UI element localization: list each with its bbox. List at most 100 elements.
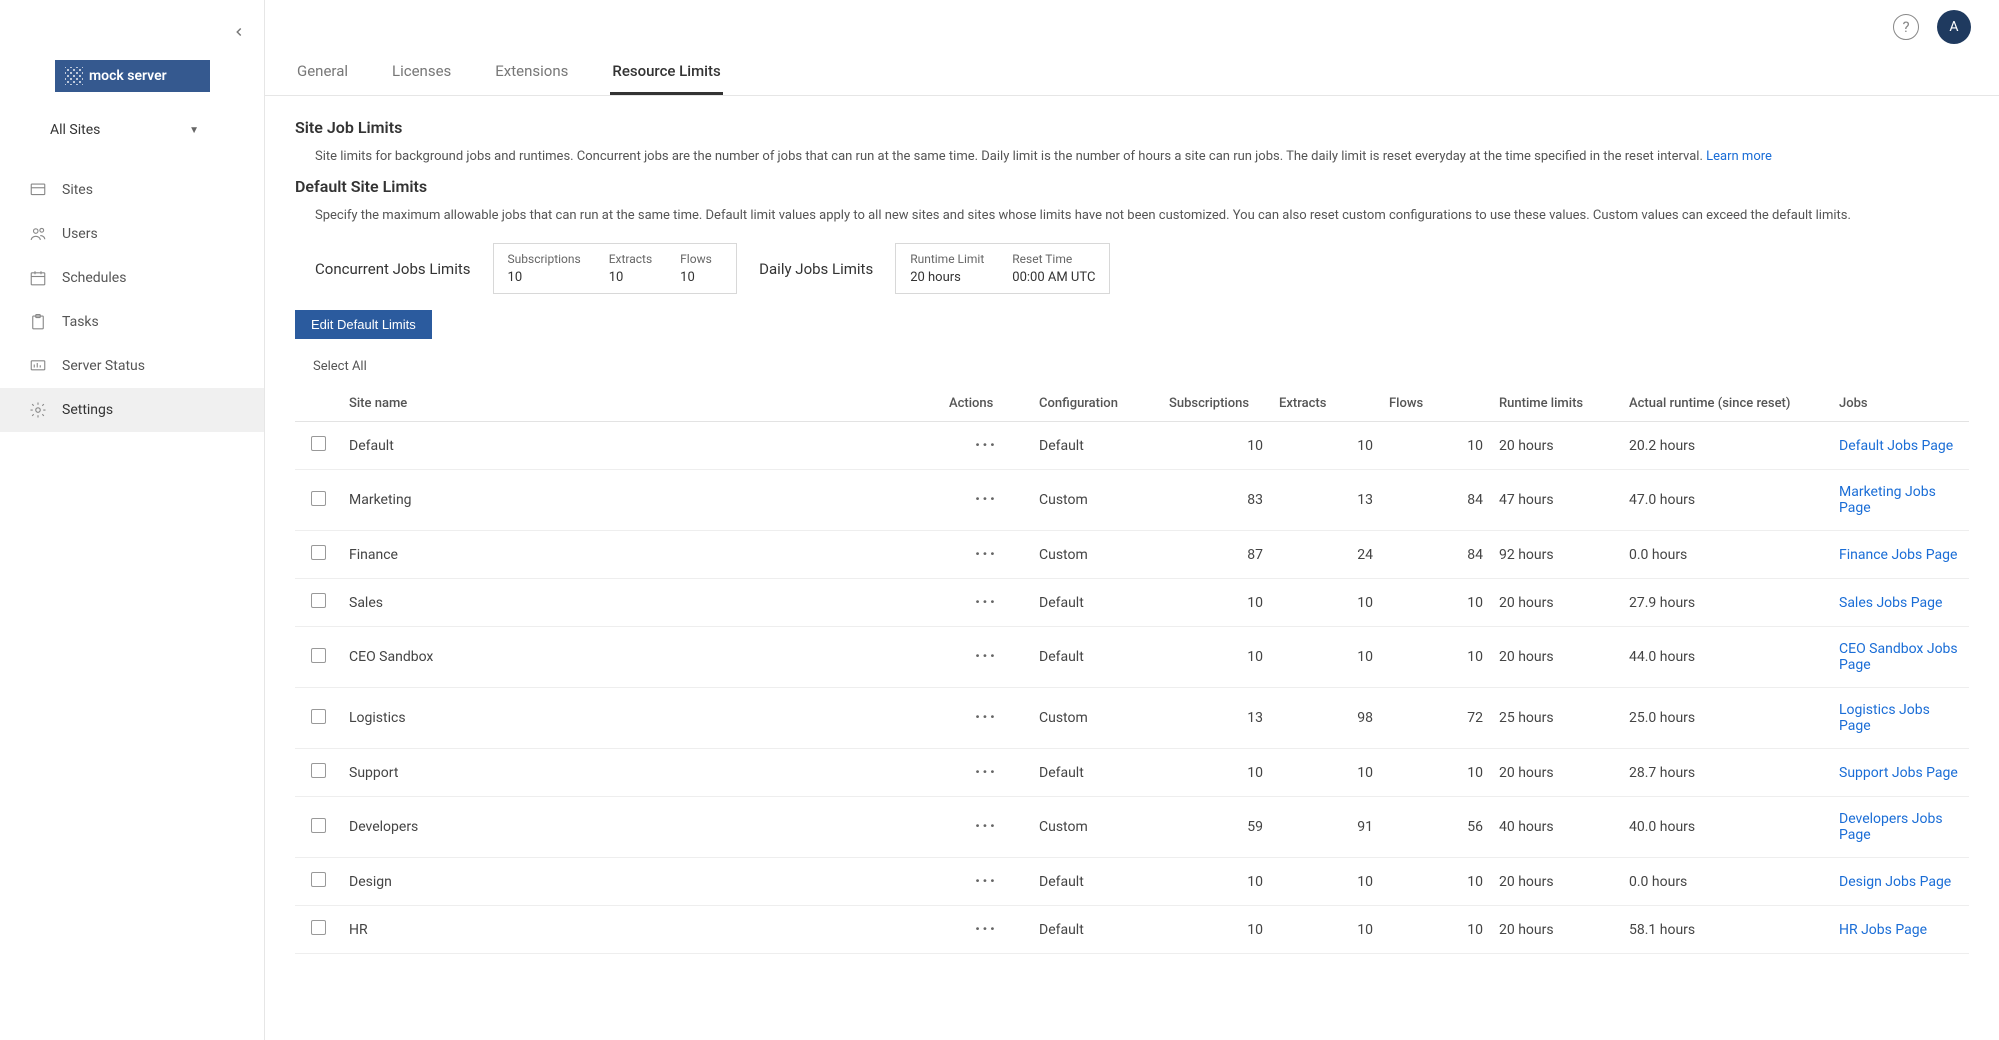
col-extracts[interactable]: Extracts <box>1271 386 1381 422</box>
sidebar-item-server-status[interactable]: Server Status <box>0 344 264 388</box>
row-actions-button[interactable]: ··· <box>975 816 997 837</box>
row-checkbox[interactable] <box>311 593 326 608</box>
jobs-page-link[interactable]: Sales Jobs Page <box>1839 595 1942 611</box>
cell-site-name: Default <box>341 422 941 470</box>
row-checkbox[interactable] <box>311 648 326 663</box>
cell-subscriptions: 10 <box>1161 906 1271 954</box>
logo: mock server <box>55 60 210 92</box>
learn-more-link[interactable]: Learn more <box>1706 149 1772 164</box>
flows-value: 10 <box>680 270 722 285</box>
col-configuration[interactable]: Configuration <box>1031 386 1161 422</box>
col-actions[interactable]: Actions <box>941 386 1031 422</box>
col-actual-runtime[interactable]: Actual runtime (since reset) <box>1621 386 1831 422</box>
row-actions-button[interactable]: ··· <box>975 646 997 667</box>
sidebar-item-settings[interactable]: Settings <box>0 388 264 432</box>
jobs-page-link[interactable]: Support Jobs Page <box>1839 765 1958 781</box>
users-icon <box>28 224 48 244</box>
cell-subscriptions: 83 <box>1161 470 1271 531</box>
cell-site-name: HR <box>341 906 941 954</box>
cell-extracts: 13 <box>1271 470 1381 531</box>
row-checkbox[interactable] <box>311 436 326 451</box>
cell-subscriptions: 87 <box>1161 531 1271 579</box>
cell-runtime-limit: 20 hours <box>1491 749 1621 797</box>
select-all-link[interactable]: Select All <box>295 353 1969 386</box>
row-actions-button[interactable]: ··· <box>975 707 997 728</box>
edit-default-limits-button[interactable]: Edit Default Limits <box>295 310 432 339</box>
row-checkbox[interactable] <box>311 872 326 887</box>
row-actions-button[interactable]: ··· <box>975 592 997 613</box>
col-runtime-limits[interactable]: Runtime limits <box>1491 386 1621 422</box>
cell-actual-runtime: 28.7 hours <box>1621 749 1831 797</box>
cell-extracts: 10 <box>1271 422 1381 470</box>
cell-configuration: Custom <box>1031 531 1161 579</box>
cell-site-name: Finance <box>341 531 941 579</box>
row-checkbox[interactable] <box>311 545 326 560</box>
row-actions-button[interactable]: ··· <box>975 489 997 510</box>
cell-extracts: 24 <box>1271 531 1381 579</box>
col-jobs[interactable]: Jobs <box>1831 386 1969 422</box>
collapse-sidebar-button[interactable] <box>232 20 246 44</box>
cell-flows: 10 <box>1381 627 1491 688</box>
tab-general[interactable]: General <box>295 62 350 95</box>
sidebar-item-label: Schedules <box>62 270 126 286</box>
row-actions-button[interactable]: ··· <box>975 435 997 456</box>
runtime-limit-value: 20 hours <box>910 270 984 285</box>
cell-flows: 72 <box>1381 688 1491 749</box>
reset-time-value: 00:00 AM UTC <box>1012 270 1095 285</box>
sidebar-item-tasks[interactable]: Tasks <box>0 300 264 344</box>
jobs-page-link[interactable]: Design Jobs Page <box>1839 874 1951 890</box>
row-actions-button[interactable]: ··· <box>975 544 997 565</box>
cell-actual-runtime: 25.0 hours <box>1621 688 1831 749</box>
schedules-icon <box>28 268 48 288</box>
row-checkbox[interactable] <box>311 763 326 778</box>
row-checkbox[interactable] <box>311 709 326 724</box>
reset-time-header: Reset Time <box>1012 252 1095 266</box>
cell-subscriptions: 10 <box>1161 749 1271 797</box>
row-checkbox[interactable] <box>311 818 326 833</box>
jobs-page-link[interactable]: CEO Sandbox Jobs Page <box>1839 641 1958 673</box>
table-row: Developers···Custom59915640 hours40.0 ho… <box>295 797 1969 858</box>
cell-subscriptions: 10 <box>1161 422 1271 470</box>
cell-configuration: Default <box>1031 858 1161 906</box>
row-actions-button[interactable]: ··· <box>975 871 997 892</box>
jobs-page-link[interactable]: Developers Jobs Page <box>1839 811 1943 843</box>
topbar: ? A <box>265 0 1999 54</box>
site-selector[interactable]: All Sites ▼ <box>0 112 264 158</box>
tab-licenses[interactable]: Licenses <box>390 62 453 95</box>
avatar[interactable]: A <box>1937 10 1971 44</box>
jobs-page-link[interactable]: Logistics Jobs Page <box>1839 702 1930 734</box>
cell-runtime-limit: 20 hours <box>1491 858 1621 906</box>
help-icon[interactable]: ? <box>1893 14 1919 40</box>
jobs-page-link[interactable]: Marketing Jobs Page <box>1839 484 1936 516</box>
cell-configuration: Default <box>1031 906 1161 954</box>
site-job-limits-desc-text: Site limits for background jobs and runt… <box>315 149 1703 164</box>
cell-runtime-limit: 20 hours <box>1491 422 1621 470</box>
sidebar-item-users[interactable]: Users <box>0 212 264 256</box>
cell-extracts: 10 <box>1271 627 1381 688</box>
col-subscriptions[interactable]: Subscriptions <box>1161 386 1271 422</box>
cell-extracts: 98 <box>1271 688 1381 749</box>
sidebar-item-sites[interactable]: Sites <box>0 168 264 212</box>
sites-table: Site name Actions Configuration Subscrip… <box>295 386 1969 954</box>
cell-site-name: Support <box>341 749 941 797</box>
jobs-page-link[interactable]: HR Jobs Page <box>1839 922 1927 938</box>
tab-extensions[interactable]: Extensions <box>493 62 570 95</box>
subscriptions-value: 10 <box>508 270 581 285</box>
row-checkbox[interactable] <box>311 920 326 935</box>
cell-site-name: Developers <box>341 797 941 858</box>
cell-flows: 10 <box>1381 422 1491 470</box>
cell-flows: 10 <box>1381 749 1491 797</box>
cell-flows: 10 <box>1381 906 1491 954</box>
jobs-page-link[interactable]: Finance Jobs Page <box>1839 547 1957 563</box>
row-checkbox[interactable] <box>311 491 326 506</box>
row-actions-button[interactable]: ··· <box>975 919 997 940</box>
row-actions-button[interactable]: ··· <box>975 762 997 783</box>
col-flows[interactable]: Flows <box>1381 386 1491 422</box>
col-site-name[interactable]: Site name <box>341 386 941 422</box>
jobs-page-link[interactable]: Default Jobs Page <box>1839 438 1953 454</box>
chevron-down-icon: ▼ <box>189 125 199 136</box>
sidebar-item-schedules[interactable]: Schedules <box>0 256 264 300</box>
cell-configuration: Default <box>1031 627 1161 688</box>
tab-resource-limits[interactable]: Resource Limits <box>610 62 722 95</box>
nav: SitesUsers Schedules TasksServer StatusSet… <box>0 158 264 432</box>
